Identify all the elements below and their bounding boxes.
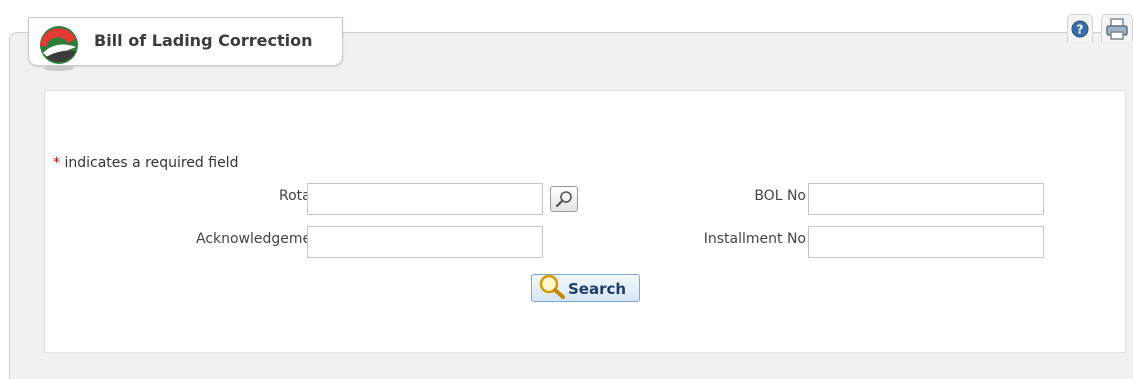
required-note: * indicates a required field [53,155,238,171]
print-icon [1106,18,1128,40]
required-note-text: indicates a required field [64,155,239,171]
svg-text:?: ? [1077,23,1084,37]
search-button[interactable]: Search [531,274,640,302]
help-icon: ? [1071,20,1089,38]
search-form: * indicates a required field Rotation * … [44,90,1126,353]
top-toolbar: ? [1067,14,1133,42]
logo-icon [40,26,78,71]
page-title-tab: Bill of Lading Correction [28,17,343,71]
search-button-label: Search [568,280,627,298]
required-marker: * [53,155,60,171]
rotation-lookup-button[interactable] [550,186,578,212]
rotation-input[interactable] [307,183,543,215]
bol-label: BOL No [754,188,806,204]
installment-label: Installment No [703,231,806,247]
page-title: Bill of Lading Correction [94,31,313,50]
bol-input[interactable] [808,183,1044,215]
installment-input[interactable] [808,226,1044,258]
search-icon [539,274,565,299]
help-button[interactable]: ? [1067,14,1093,42]
acknowledgement-input[interactable] [307,226,543,258]
magnifier-icon [555,191,572,208]
print-button[interactable] [1101,14,1133,42]
